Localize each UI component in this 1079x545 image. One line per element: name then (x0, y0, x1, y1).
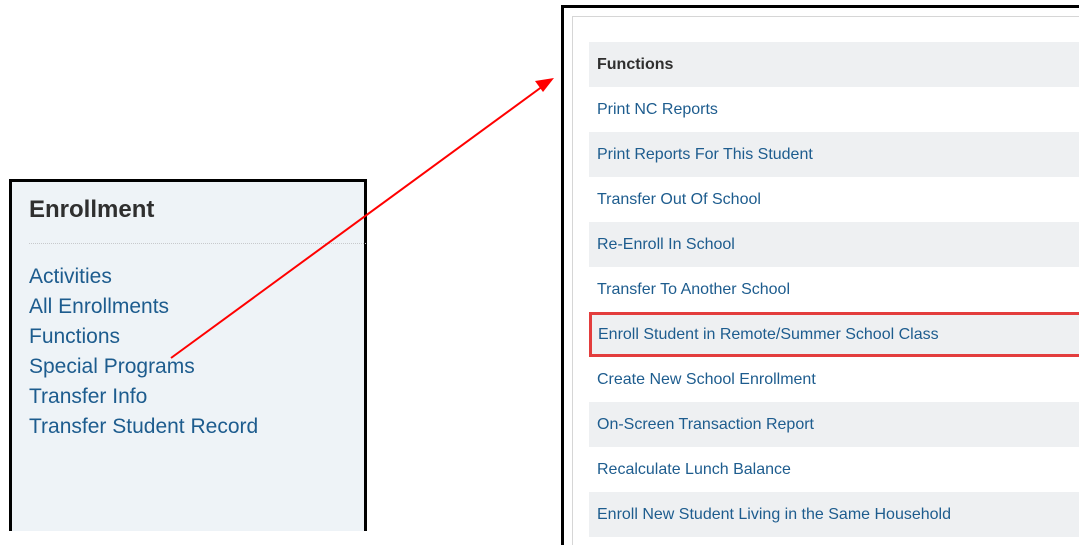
function-recalculate-lunch[interactable]: Recalculate Lunch Balance (589, 447, 1079, 492)
function-re-enroll[interactable]: Re-Enroll In School (589, 222, 1079, 267)
function-print-reports-student[interactable]: Print Reports For This Student (589, 132, 1079, 177)
link-activities[interactable]: Activities (29, 262, 258, 292)
link-transfer-student-record[interactable]: Transfer Student Record (29, 412, 258, 442)
function-enroll-remote-summer[interactable]: Enroll Student in Remote/Summer School C… (589, 312, 1079, 357)
link-transfer-info[interactable]: Transfer Info (29, 382, 258, 412)
functions-header: Functions (589, 42, 1079, 87)
functions-panel: Functions Print NC Reports Print Reports… (561, 5, 1079, 545)
function-enroll-household[interactable]: Enroll New Student Living in the Same Ho… (589, 492, 1079, 537)
enrollment-links: Activities All Enrollments Functions Spe… (29, 262, 258, 442)
enrollment-panel: Enrollment Activities All Enrollments Fu… (9, 179, 367, 531)
function-print-nc-reports[interactable]: Print NC Reports (589, 87, 1079, 132)
arrow-head (535, 78, 554, 92)
function-transaction-report[interactable]: On-Screen Transaction Report (589, 402, 1079, 447)
function-transfer-another-school[interactable]: Transfer To Another School (589, 267, 1079, 312)
functions-table: Functions Print NC Reports Print Reports… (572, 16, 1079, 545)
enrollment-title: Enrollment (29, 196, 155, 223)
function-create-enrollment[interactable]: Create New School Enrollment (589, 357, 1079, 402)
link-functions[interactable]: Functions (29, 322, 258, 352)
link-all-enrollments[interactable]: All Enrollments (29, 292, 258, 322)
link-special-programs[interactable]: Special Programs (29, 352, 258, 382)
enrollment-divider (29, 243, 366, 244)
function-transfer-out[interactable]: Transfer Out Of School (589, 177, 1079, 222)
